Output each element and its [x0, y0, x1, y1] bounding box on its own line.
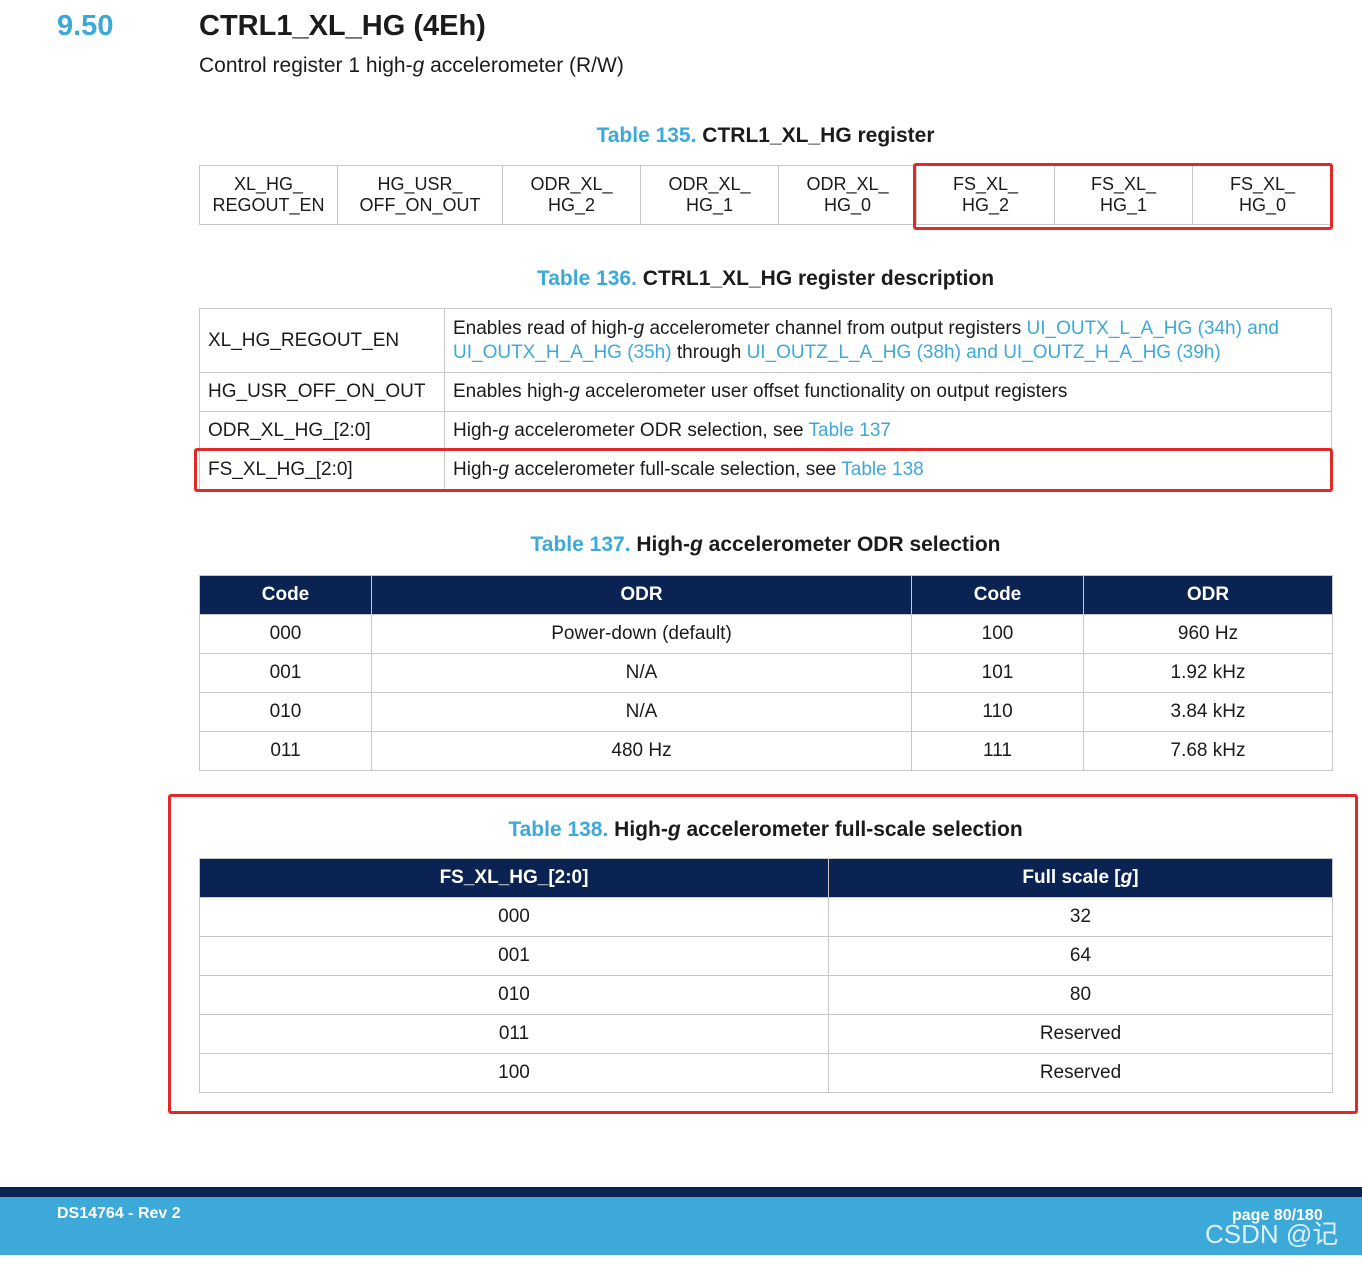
bit-cell: XL_HG_ REGOUT_EN [199, 165, 338, 225]
bit-cell: HG_USR_ OFF_ON_OUT [337, 165, 503, 225]
table-cell: 000 [199, 897, 829, 937]
table-136-caption: Table 136. CTRL1_XL_HG register descript… [536, 267, 995, 290]
table-137-caption: Table 137. High-g accelerometer ODR sele… [530, 533, 1001, 556]
column-header: FS_XL_HG_[2:0] [199, 858, 829, 898]
field-name: XL_HG_REGOUT_EN [199, 308, 445, 373]
table-row: 100 Reserved [199, 1053, 1333, 1093]
watermark: CSDN @记帖 [1205, 1219, 1339, 1286]
table-138-caption: Table 138. High-g accelerometer full-sca… [508, 818, 1023, 841]
table-cell: 001 [199, 936, 829, 976]
field-description: Enables read of high-g accelerometer cha… [444, 308, 1332, 373]
table-cell: Reserved [828, 1014, 1333, 1054]
table-cell: 010 [199, 975, 829, 1015]
bit-cell: ODR_XL_ HG_0 [778, 165, 917, 225]
table-cell: 011 [199, 1014, 829, 1054]
highlight-box-fs-row [194, 448, 1333, 492]
table-cell: 80 [828, 975, 1333, 1015]
table-row: 001 N/A 101 1.92 kHz [199, 653, 1333, 693]
column-header: Full scale [g] [828, 858, 1333, 898]
table-row: 001 64 [199, 936, 1333, 976]
section-title: CTRL1_XL_HG (4Eh) [199, 10, 486, 42]
table-row: XL_HG_REGOUT_EN Enables read of high-g a… [199, 308, 1332, 373]
bit-cell: ODR_XL_ HG_1 [640, 165, 779, 225]
table-cell: 001 [199, 653, 372, 693]
table-row: HG_USR_OFF_ON_OUT Enables high-g acceler… [199, 372, 1332, 412]
table-row: 011 480 Hz 111 7.68 kHz [199, 731, 1333, 771]
table-header-row: FS_XL_HG_[2:0] Full scale [g] [199, 858, 1333, 898]
section-subtitle: Control register 1 high-g accelerometer … [199, 54, 624, 77]
link-table-137[interactable]: Table 137 [809, 420, 891, 441]
table-cell: N/A [371, 653, 912, 693]
highlight-box-fs-bits [913, 163, 1333, 230]
table-cell: Reserved [828, 1053, 1333, 1093]
table-cell: 010 [199, 692, 372, 732]
table-row: 000 32 [199, 897, 1333, 937]
table-row: 010 80 [199, 975, 1333, 1015]
document-id: DS14764 - Rev 2 [57, 1205, 181, 1222]
table-cell: 7.68 kHz [1083, 731, 1333, 771]
table-row: ODR_XL_HG_[2:0] High-g accelerometer ODR… [199, 411, 1332, 451]
table-header-row: Code ODR Code ODR [199, 575, 1333, 615]
table-cell: 960 Hz [1083, 614, 1333, 654]
table-135-caption: Table 135. CTRL1_XL_HG register [596, 124, 935, 147]
table-cell: N/A [371, 692, 912, 732]
column-header: ODR [371, 575, 912, 615]
section-number: 9.50 [57, 10, 114, 42]
field-description: Enables high-g accelerometer user offset… [444, 372, 1332, 412]
table-cell: 100 [911, 614, 1084, 654]
odr-selection-table: Code ODR Code ODR 000 Power-down (defaul… [199, 575, 1333, 771]
table-cell: 111 [911, 731, 1084, 771]
column-header: Code [911, 575, 1084, 615]
footer-bar [0, 1197, 1362, 1255]
table-cell: Power-down (default) [371, 614, 912, 654]
field-name: HG_USR_OFF_ON_OUT [199, 372, 445, 412]
full-scale-selection-table: FS_XL_HG_[2:0] Full scale [g] 000 32 001… [199, 858, 1333, 1093]
field-description: High-g accelerometer ODR selection, see … [444, 411, 1332, 451]
link-outz-registers[interactable]: UI_OUTZ_L_A_HG (38h) and UI_OUTZ_H_A_HG … [747, 342, 1221, 363]
table-cell: 32 [828, 897, 1333, 937]
table-cell: 011 [199, 731, 372, 771]
table-cell: 100 [199, 1053, 829, 1093]
table-cell: 000 [199, 614, 372, 654]
table-row: 010 N/A 110 3.84 kHz [199, 692, 1333, 732]
column-header: Code [199, 575, 372, 615]
bit-cell: ODR_XL_ HG_2 [502, 165, 641, 225]
footer-top-band [0, 1187, 1362, 1197]
table-cell: 110 [911, 692, 1084, 732]
table-cell: 3.84 kHz [1083, 692, 1333, 732]
table-row: 000 Power-down (default) 100 960 Hz [199, 614, 1333, 654]
table-row: 011 Reserved [199, 1014, 1333, 1054]
table-cell: 64 [828, 936, 1333, 976]
column-header: ODR [1083, 575, 1333, 615]
table-cell: 480 Hz [371, 731, 912, 771]
field-name: ODR_XL_HG_[2:0] [199, 411, 445, 451]
table-cell: 101 [911, 653, 1084, 693]
table-cell: 1.92 kHz [1083, 653, 1333, 693]
